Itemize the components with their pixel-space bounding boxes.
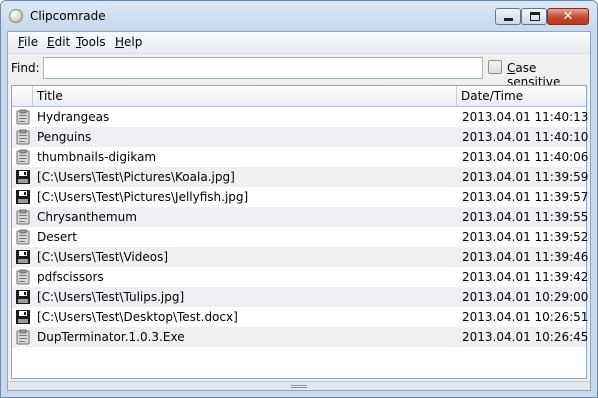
row-datetime: 2013.04.01 11:39:59 — [462, 170, 589, 184]
row-title: [C:\Users\Test\Tulips.jpg] — [37, 290, 185, 304]
table-body: Hydrangeas 2013.04.01 11:40:13 Penguins 201… — [12, 107, 589, 378]
menu-help-mnemonic: H — [115, 35, 125, 49]
row-title: DupTerminator.1.0.3.Exe — [37, 330, 185, 344]
floppy-icon — [15, 189, 31, 205]
app-window: Clipcomrade ✕ File Edit Tools Help Find:… — [0, 0, 598, 398]
floppy-icon — [15, 309, 31, 325]
find-input[interactable] — [43, 57, 483, 79]
table-row[interactable]: Hydrangeas 2013.04.01 11:40:13 — [12, 107, 589, 127]
menu-bar: File Edit Tools Help — [8, 32, 590, 54]
clipboard-icon — [15, 329, 31, 345]
clipboard-icon — [15, 209, 31, 225]
clipboard-icon — [15, 129, 31, 145]
row-datetime: 2013.04.01 11:39:55 — [462, 210, 589, 224]
clipboard-icon — [15, 149, 31, 165]
clipboard-history-table: Title Date/Time Hydrangeas 2013.04.01 11:… — [11, 85, 589, 379]
row-datetime: 2013.04.01 11:39:52 — [462, 230, 589, 244]
maximize-icon — [530, 12, 540, 21]
app-icon[interactable] — [9, 9, 23, 23]
case-sensitive-checkbox[interactable] — [488, 60, 502, 74]
find-label: Find: — [11, 61, 40, 75]
row-title: [C:\Users\Test\Pictures\Koala.jpg] — [37, 170, 235, 184]
table-row[interactable]: [C:\Users\Test\Pictures\Jellyfish.jpg] 20… — [12, 187, 589, 207]
menu-edit-mnemonic: E — [47, 35, 55, 49]
client-area: File Edit Tools Help Find: Case sensitiv… — [7, 31, 591, 391]
row-title: Penguins — [37, 130, 92, 144]
row-title: [C:\Users\Test\Videos] — [37, 250, 169, 264]
table-row[interactable]: Chrysanthemum 2013.04.01 11:39:55 — [12, 207, 589, 227]
row-datetime: 2013.04.01 11:39:57 — [462, 190, 589, 204]
menu-help-label: elp — [124, 35, 143, 49]
row-title: thumbnails-digikam — [37, 150, 157, 164]
menu-edit-label: dit — [54, 35, 71, 49]
splitter[interactable] — [8, 381, 590, 390]
row-datetime: 2013.04.01 10:26:51 — [462, 310, 589, 324]
row-title: Desert — [37, 230, 77, 244]
table-header: Title Date/Time — [12, 86, 586, 107]
row-datetime: 2013.04.01 11:40:13 — [462, 110, 589, 124]
floppy-icon — [15, 289, 31, 305]
table-row[interactable]: DupTerminator.1.0.3.Exe 2013.04.01 10:26:… — [12, 327, 589, 347]
row-datetime: 2013.04.01 11:39:46 — [462, 250, 589, 264]
close-icon: ✕ — [562, 9, 574, 24]
clipboard-icon — [15, 229, 31, 245]
row-datetime: 2013.04.01 11:40:06 — [462, 150, 589, 164]
title-bar[interactable]: Clipcomrade ✕ — [1, 1, 597, 31]
minimize-button[interactable] — [495, 8, 521, 25]
table-row[interactable]: [C:\Users\Test\Desktop\Test.docx] 2013.04… — [12, 307, 589, 327]
clipboard-icon — [15, 109, 31, 125]
menu-edit[interactable]: Edit — [47, 35, 70, 49]
minimize-icon — [504, 18, 513, 21]
menu-help[interactable]: Help — [115, 35, 142, 49]
menu-tools-label: ools — [81, 35, 106, 49]
menu-file-label: ile — [24, 35, 39, 49]
row-datetime: 2013.04.01 11:40:10 — [462, 130, 589, 144]
row-datetime: 2013.04.01 11:39:42 — [462, 270, 589, 284]
row-datetime: 2013.04.01 10:29:00 — [462, 290, 589, 304]
clipboard-icon — [15, 269, 31, 285]
row-title: [C:\Users\Test\Desktop\Test.docx] — [37, 310, 238, 324]
row-title: pdfscissors — [37, 270, 104, 284]
column-header-date[interactable]: Date/Time — [457, 86, 586, 106]
table-row[interactable]: Desert 2013.04.01 11:39:52 — [12, 227, 589, 247]
table-row[interactable]: Penguins 2013.04.01 11:40:10 — [12, 127, 589, 147]
menu-tools[interactable]: Tools — [76, 35, 106, 49]
column-header-title[interactable]: Title — [33, 86, 457, 106]
menu-file[interactable]: File — [18, 35, 38, 49]
row-title: [C:\Users\Test\Pictures\Jellyfish.jpg] — [37, 190, 249, 204]
floppy-icon — [15, 169, 31, 185]
window-title: Clipcomrade — [30, 9, 106, 23]
splitter-grip-icon[interactable] — [291, 385, 307, 388]
row-datetime: 2013.04.01 10:26:45 — [462, 330, 589, 344]
table-row[interactable]: thumbnails-digikam 2013.04.01 11:40:06 — [12, 147, 589, 167]
table-row[interactable]: [C:\Users\Test\Pictures\Koala.jpg] 2013.0… — [12, 167, 589, 187]
table-row[interactable]: [C:\Users\Test\Tulips.jpg] 2013.04.01 10:… — [12, 287, 589, 307]
floppy-icon — [15, 249, 31, 265]
row-title: Hydrangeas — [37, 110, 110, 124]
table-row[interactable]: pdfscissors 2013.04.01 11:39:42 — [12, 267, 589, 287]
column-header-icon[interactable] — [12, 86, 33, 106]
row-title: Chrysanthemum — [37, 210, 137, 224]
maximize-button[interactable] — [521, 8, 547, 25]
table-row[interactable]: [C:\Users\Test\Videos] 2013.04.01 11:39:4… — [12, 247, 589, 267]
close-button[interactable]: ✕ — [547, 8, 589, 25]
